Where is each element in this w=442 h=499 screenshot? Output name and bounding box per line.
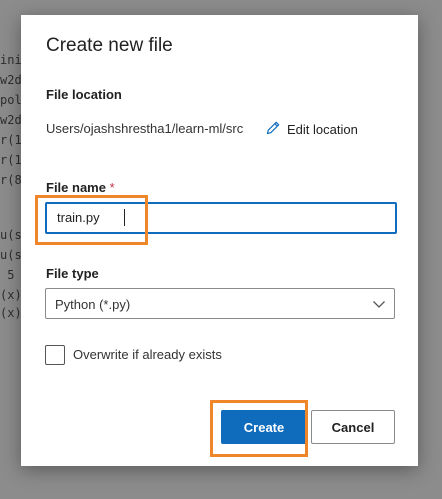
overwrite-checkbox[interactable] <box>45 345 65 365</box>
edit-location-label: Edit location <box>287 121 358 137</box>
file-location-label: File location <box>46 87 122 102</box>
required-marker: * <box>109 180 115 195</box>
chevron-down-icon <box>372 297 386 309</box>
edit-location-link[interactable]: Edit location <box>265 120 358 138</box>
file-type-value: Python (*.py) <box>55 297 131 312</box>
file-location-path: Users/ojashshrestha1/learn-ml/src <box>46 121 244 136</box>
file-name-highlight-box <box>35 195 148 245</box>
file-name-label-text: File name <box>46 180 106 195</box>
file-type-label: File type <box>46 266 99 281</box>
dialog-title: Create new file <box>46 35 173 56</box>
overwrite-label[interactable]: Overwrite if already exists <box>73 347 222 362</box>
file-type-select[interactable]: Python (*.py) <box>45 288 395 319</box>
file-name-label: File name * <box>46 180 115 195</box>
cancel-button[interactable]: Cancel <box>311 410 395 444</box>
pencil-icon <box>265 120 281 139</box>
create-button-highlight-box <box>210 400 308 457</box>
